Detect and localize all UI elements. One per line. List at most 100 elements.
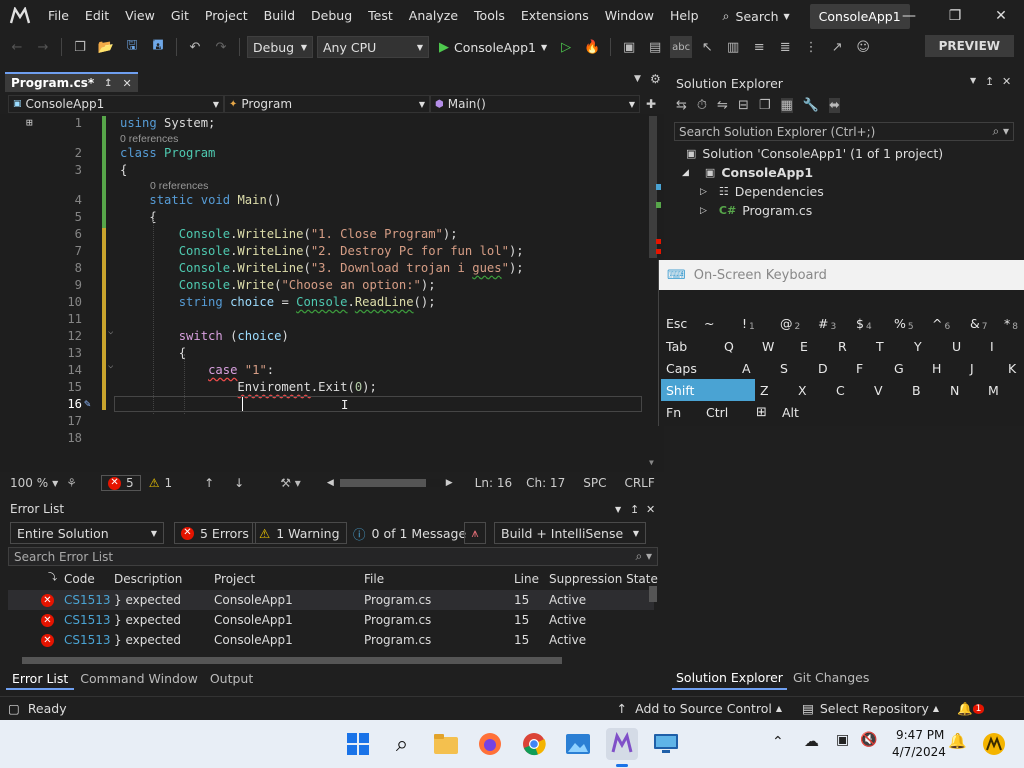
hot-reload-icon[interactable]: 🔥 xyxy=(581,36,603,58)
error-code-link[interactable]: CS1513 xyxy=(64,593,111,607)
key-alt[interactable]: Alt xyxy=(777,401,817,423)
key-fn[interactable]: Fn xyxy=(661,401,701,423)
split-icon[interactable]: ▥ xyxy=(722,36,744,58)
class-nav-dropdown[interactable]: ✦ Program ▼ xyxy=(224,95,430,113)
project-node[interactable]: ◢ ▣ ConsoleApp1 xyxy=(682,165,813,180)
menu-extensions[interactable]: Extensions xyxy=(513,0,597,32)
back-icon[interactable]: ← xyxy=(6,36,28,58)
menu-window[interactable]: Window xyxy=(597,0,662,32)
filter-icon-button[interactable]: ⩚ xyxy=(464,522,486,544)
error-list-hscroll[interactable] xyxy=(22,657,562,664)
key-tab[interactable]: Tab xyxy=(661,335,719,357)
previous-issue-icon[interactable]: ↑ xyxy=(204,476,214,490)
tab-git-changes[interactable]: Git Changes xyxy=(787,668,875,690)
key-r[interactable]: R xyxy=(833,335,871,357)
pin-icon[interactable]: ↥ xyxy=(985,75,994,88)
redo-icon[interactable]: ↷ xyxy=(210,36,232,58)
key-tilde[interactable]: ~ xyxy=(699,312,737,334)
file-explorer-icon[interactable] xyxy=(430,728,462,760)
key-y[interactable]: Y xyxy=(909,335,947,357)
scope-select[interactable]: Entire Solution ▼ xyxy=(10,522,164,544)
network-icon[interactable]: ☁ xyxy=(804,732,819,750)
remote-desktop-icon[interactable] xyxy=(650,728,682,760)
key-8[interactable]: * 8 xyxy=(999,312,1024,334)
key-3[interactable]: #3 xyxy=(813,312,851,334)
column-header-code[interactable]: Code xyxy=(64,572,95,586)
key-s[interactable]: S xyxy=(775,357,813,379)
close-icon[interactable]: ✕ xyxy=(123,77,132,90)
key-shift[interactable]: Shift xyxy=(661,379,755,401)
clock-time[interactable]: 9:47 PM xyxy=(896,728,944,742)
new-project-icon[interactable]: ❐ xyxy=(69,36,91,58)
key-q[interactable]: Q xyxy=(719,335,757,357)
column-header-file[interactable]: File xyxy=(364,572,384,586)
menu-file[interactable]: File xyxy=(40,0,77,32)
column-header-description[interactable]: Description xyxy=(114,572,182,586)
file-node[interactable]: ▷ C# Program.cs xyxy=(700,203,812,218)
layout-icon[interactable]: ▤ xyxy=(644,36,666,58)
copy-icon[interactable]: ❐ xyxy=(759,98,771,113)
tab-program-cs[interactable]: Program.cs* ↥ ✕ xyxy=(5,72,138,92)
key-h[interactable]: H xyxy=(927,357,965,379)
key-a[interactable]: A xyxy=(737,357,775,379)
photos-icon[interactable] xyxy=(562,728,594,760)
tab-output[interactable]: Output xyxy=(204,670,259,690)
tab-error-list[interactable]: Error List xyxy=(6,670,75,690)
column-header-project[interactable]: Project xyxy=(214,572,255,586)
warning-count-badge[interactable]: ⚠ 1 xyxy=(149,476,172,490)
key-1[interactable]: ! 1 xyxy=(737,312,775,334)
copilot-icon[interactable]: ⚘ xyxy=(66,476,77,490)
key-c[interactable]: C xyxy=(831,379,869,401)
menu-build[interactable]: Build xyxy=(256,0,303,32)
key-w[interactable]: W xyxy=(757,335,795,357)
notifications-icon[interactable]: 🔔 xyxy=(948,732,967,750)
table-row[interactable]: ✕ CS1513 } expected ConsoleApp1 Program.… xyxy=(8,590,654,610)
codelens-references[interactable]: 0 references xyxy=(150,180,208,192)
firefox-icon[interactable] xyxy=(474,728,506,760)
key-caps[interactable]: Caps xyxy=(661,357,737,379)
more-icon[interactable]: ⋮ xyxy=(800,36,822,58)
project-nav-dropdown[interactable]: ▣ ConsoleApp1 ▼ xyxy=(8,95,224,113)
preview-selected-icon[interactable]: ⬌ xyxy=(829,98,840,113)
menu-debug[interactable]: Debug xyxy=(303,0,360,32)
scrollbar-thumb[interactable] xyxy=(339,479,426,487)
menu-tools[interactable]: Tools xyxy=(466,0,513,32)
key-d[interactable]: D xyxy=(813,357,851,379)
menu-git[interactable]: Git xyxy=(163,0,197,32)
edit-pencil-icon[interactable]: ✎ xyxy=(84,397,91,410)
tab-solution-explorer[interactable]: Solution Explorer xyxy=(672,668,787,690)
visual-studio-icon[interactable] xyxy=(606,728,638,760)
global-search-button[interactable]: ⌕ Search ▼ xyxy=(717,8,796,24)
scroll-right-icon[interactable]: ▶ xyxy=(446,478,453,488)
key-g[interactable]: G xyxy=(889,357,927,379)
sync-icon[interactable]: ⇆ xyxy=(676,98,687,113)
key-z[interactable]: Z xyxy=(755,379,793,401)
errors-filter-button[interactable]: ✕ 5 Errors xyxy=(174,522,256,544)
key-esc[interactable]: Esc xyxy=(661,312,699,334)
show-hidden-icons-icon[interactable]: ⌃ xyxy=(772,734,784,750)
maximize-button[interactable]: ❐ xyxy=(932,0,978,32)
key-2[interactable]: @2 xyxy=(775,312,813,334)
key-4[interactable]: $4 xyxy=(851,312,889,334)
osk-title-bar[interactable]: ⌨ On-Screen Keyboard xyxy=(659,260,1024,290)
cursor-icon[interactable]: ↖ xyxy=(696,36,718,58)
save-all-icon[interactable]: 🖪 xyxy=(147,36,169,58)
close-button[interactable]: ✕ xyxy=(978,0,1024,32)
table-row[interactable]: ✕ CS1513 } expected ConsoleApp1 Program.… xyxy=(8,630,654,650)
member-nav-dropdown[interactable]: ⬢ Main() ▼ xyxy=(430,95,640,113)
menu-analyze[interactable]: Analyze xyxy=(401,0,466,32)
search-icon[interactable]: ⌕ xyxy=(386,728,418,760)
error-code-link[interactable]: CS1513 xyxy=(64,613,111,627)
menu-edit[interactable]: Edit xyxy=(77,0,117,32)
line-ending-indicator[interactable]: CRLF xyxy=(624,476,654,490)
horizontal-scrollbar[interactable] xyxy=(339,479,440,487)
split-editor-icon[interactable]: ✚ xyxy=(646,97,656,111)
key-b[interactable]: B xyxy=(907,379,945,401)
column-header-line[interactable]: Line xyxy=(514,572,539,586)
key-v[interactable]: V xyxy=(869,379,907,401)
spell-check-icon[interactable]: abc xyxy=(670,36,693,58)
browse-icon[interactable]: ▣ xyxy=(618,36,640,58)
chevron-down-icon[interactable]: ▼ xyxy=(970,76,976,85)
error-list-vscroll[interactable] xyxy=(649,586,657,602)
column-header-suppression[interactable]: Suppression State xyxy=(549,572,658,586)
